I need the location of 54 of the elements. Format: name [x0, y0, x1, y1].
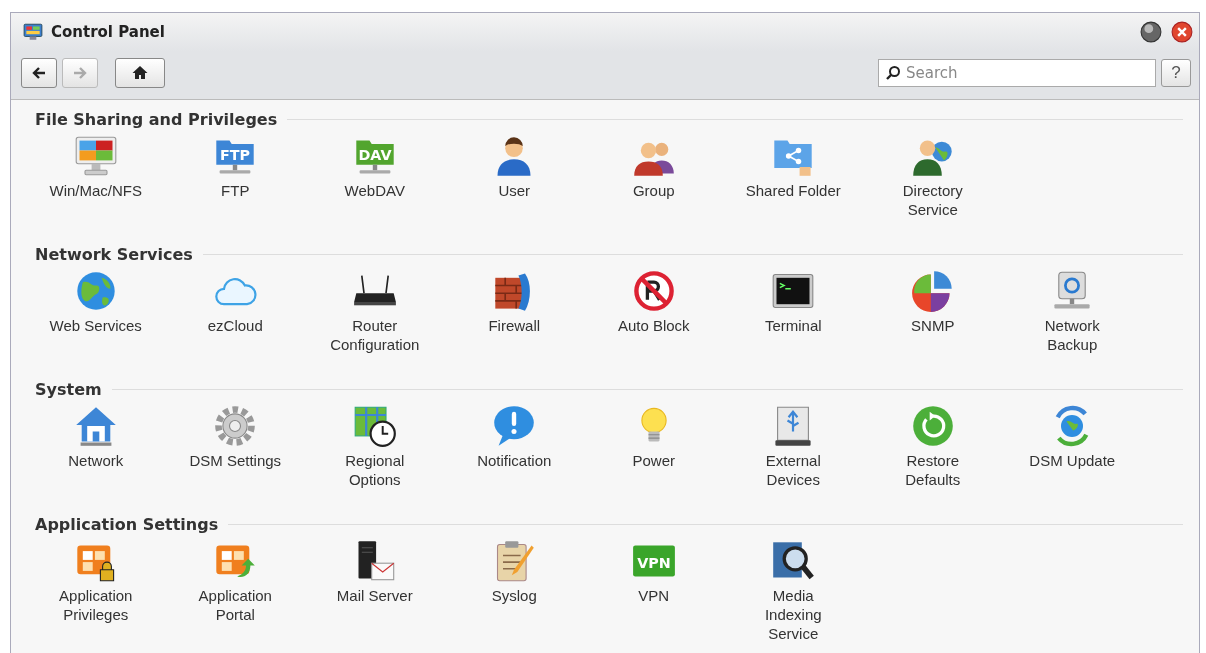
control-panel-item[interactable]: External Devices: [723, 404, 863, 489]
section-heading: File Sharing and Privileges: [35, 109, 278, 129]
control-panel-item[interactable]: DSM Update: [1002, 404, 1142, 489]
control-panel-item[interactable]: Win/Mac/NFS: [26, 134, 166, 219]
pie-chart-icon: [910, 269, 955, 313]
control-panel-item[interactable]: DAV WebDAV: [305, 134, 445, 219]
control-panel-item[interactable]: ezCloud: [165, 269, 305, 354]
control-panel-item[interactable]: Application Portal: [165, 539, 305, 643]
control-panel-item[interactable]: Notification: [444, 404, 584, 489]
control-panel-item[interactable]: Group: [584, 134, 724, 219]
home-button[interactable]: [115, 58, 165, 88]
window-title: Control Panel: [51, 23, 165, 41]
gear-icon: [213, 404, 258, 448]
section-heading: Application Settings: [35, 514, 219, 534]
control-panel-item[interactable]: Mail Server: [305, 539, 445, 643]
section-heading: System: [35, 379, 102, 399]
control-panel-item[interactable]: Network Backup: [1002, 269, 1142, 354]
left-arrow-icon: [31, 65, 47, 81]
search-icon: [885, 65, 901, 81]
minimize-button[interactable]: [1140, 21, 1162, 43]
block-sign-icon: [631, 269, 676, 313]
control-panel-item[interactable]: Application Privileges: [26, 539, 166, 643]
monitor-icon: [23, 23, 43, 41]
help-button[interactable]: ?: [1161, 59, 1191, 87]
control-panel-item[interactable]: Network: [26, 404, 166, 489]
control-panel-item[interactable]: Media Indexing Service: [723, 539, 863, 643]
icon-badge-text: DAV: [358, 147, 392, 164]
control-panel-item[interactable]: Regional Options: [305, 404, 445, 489]
monitor-icon: [73, 134, 118, 178]
search-field[interactable]: Search: [878, 59, 1156, 87]
control-panel-item[interactable]: Syslog: [444, 539, 584, 643]
control-panel-item[interactable]: Terminal: [723, 269, 863, 354]
control-panel-item[interactable]: User: [444, 134, 584, 219]
control-panel-item[interactable]: Shared Folder: [723, 134, 863, 219]
control-panel-item[interactable]: Web Services: [26, 269, 166, 354]
back-button[interactable]: [21, 58, 57, 88]
control-panel-item[interactable]: Power: [584, 404, 724, 489]
control-panel-item[interactable]: Restore Defaults: [863, 404, 1003, 489]
control-panel-item[interactable]: SNMP: [863, 269, 1003, 354]
control-panel-item[interactable]: VPN VPN: [584, 539, 724, 643]
close-button[interactable]: [1171, 21, 1193, 43]
right-arrow-icon: [72, 65, 88, 81]
control-panel-item[interactable]: Auto Block: [584, 269, 724, 354]
speech-bubble-icon: [492, 404, 537, 448]
home-icon: [132, 65, 148, 81]
icon-badge-text: FTP: [220, 147, 251, 164]
section-heading: Network Services: [35, 244, 193, 264]
control-panel-item[interactable]: Router Configuration: [305, 269, 445, 354]
control-panel-item[interactable]: FTP FTP: [165, 134, 305, 219]
map-clock-icon: [352, 404, 397, 448]
control-panel-item[interactable]: DSM Settings: [165, 404, 305, 489]
control-panel-item[interactable]: Firewall: [444, 269, 584, 354]
icon-badge-text: VPN: [637, 554, 671, 571]
control-panel-item[interactable]: Directory Service: [863, 134, 1003, 219]
